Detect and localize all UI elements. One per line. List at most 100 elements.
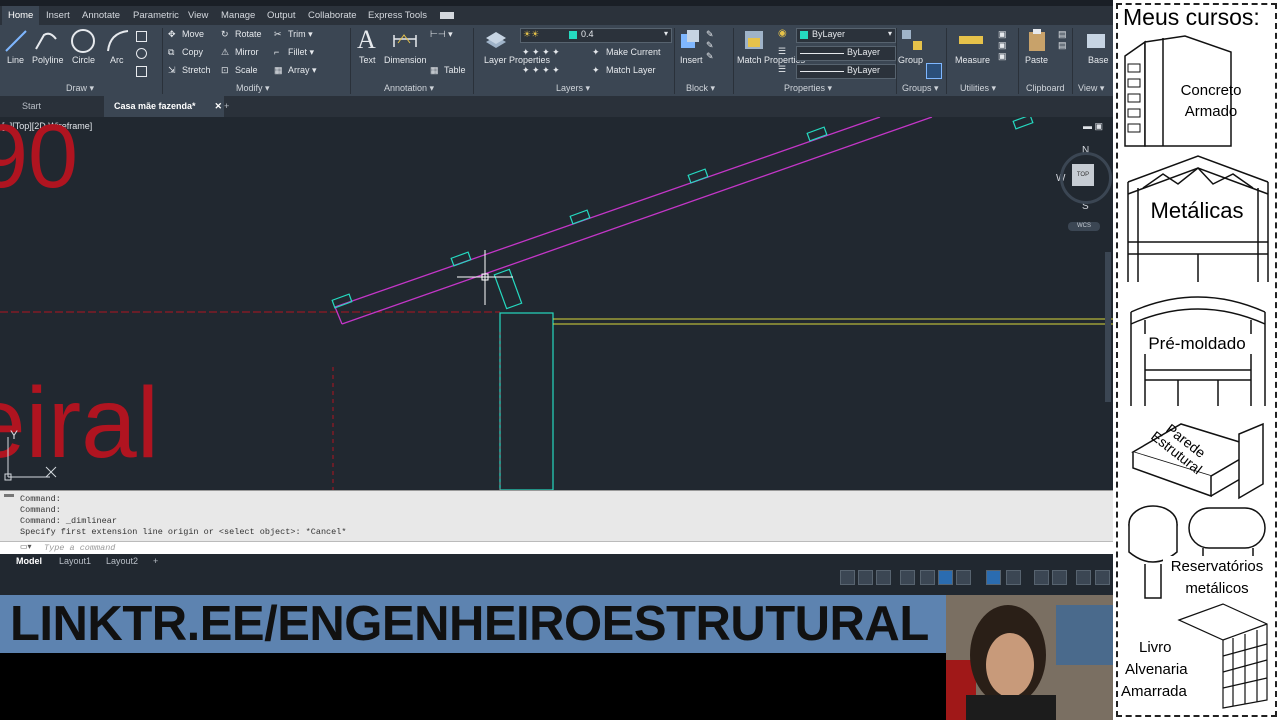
tab-layout2[interactable]: Layout2 xyxy=(98,554,146,568)
group-button[interactable]: Group xyxy=(898,55,923,65)
color-dropdown[interactable]: ByLayer ▾ xyxy=(796,28,896,43)
tab-view[interactable]: View xyxy=(182,6,214,25)
layer-tools-row-2[interactable]: ✦ ✦ ✦ ✦ xyxy=(522,65,560,76)
nav-bar[interactable] xyxy=(1105,252,1111,402)
match-properties-button[interactable]: Match Properties xyxy=(737,55,805,66)
drawing-viewport[interactable]: [−][Top][2D Wireframe] ▬ ▣ 90 eiral xyxy=(0,117,1113,490)
trim-button[interactable]: ✂ Trim ▾ xyxy=(274,29,313,40)
ribbon-toggle-icon[interactable] xyxy=(440,12,454,19)
block-tools[interactable]: ✎ ✎ ✎ xyxy=(706,29,714,62)
hatch-icon[interactable] xyxy=(136,48,147,59)
clipboard-panel-title[interactable]: Clipboard xyxy=(1026,83,1065,93)
block-panel-title[interactable]: Block ▾ xyxy=(686,83,715,94)
layers-panel-title[interactable]: Layers ▾ xyxy=(556,83,590,94)
wcs-menu[interactable]: WCS xyxy=(1068,222,1100,231)
copy-button[interactable]: ⧉ Copy xyxy=(168,47,203,58)
insert-button[interactable]: Insert xyxy=(680,55,703,65)
rotate-button[interactable]: ↻ Rotate xyxy=(221,29,262,40)
tab-annotate[interactable]: Annotate xyxy=(76,6,126,25)
selection-cycling-icon[interactable] xyxy=(956,570,971,585)
tab-model[interactable]: Model xyxy=(8,554,50,568)
customization-icon[interactable] xyxy=(1076,570,1091,585)
viewcube-top-face[interactable]: TOP xyxy=(1072,164,1094,186)
modify-panel-title[interactable]: Modify ▾ xyxy=(236,83,270,94)
groups-panel-title[interactable]: Groups ▾ xyxy=(902,83,939,94)
table-button[interactable]: ▦ Table xyxy=(430,65,466,76)
paste-button[interactable]: Paste xyxy=(1025,55,1048,65)
rectangle-icon[interactable] xyxy=(136,31,147,42)
utilities-tools[interactable]: ▣ ▣ ▣ xyxy=(998,29,1007,62)
new-tab-button[interactable]: + xyxy=(214,96,239,117)
course-metalicas[interactable]: Metálicas xyxy=(1137,198,1257,224)
plus-icon[interactable] xyxy=(1034,570,1049,585)
stretch-button[interactable]: ⇲ Stretch xyxy=(168,65,211,76)
command-input[interactable]: ▭▾ Type a command xyxy=(0,541,1113,555)
command-line-3: Command: _dimlinear xyxy=(20,516,117,526)
measure-button[interactable]: Measure xyxy=(955,55,990,65)
circle-button[interactable]: Circle xyxy=(72,55,95,65)
dimension-button[interactable]: Dimension xyxy=(384,55,427,65)
mirror-button[interactable]: ⚠ Mirror xyxy=(221,47,259,58)
fillet-button[interactable]: ⌐ Fillet ▾ xyxy=(274,47,314,58)
clipboard-tools[interactable]: ▤ ▤ xyxy=(1058,29,1067,51)
scale-button[interactable]: ⊡ Scale xyxy=(221,65,258,76)
annotation-scale-icon[interactable] xyxy=(986,570,1001,585)
osnap-icon[interactable] xyxy=(938,570,953,585)
snap-icon[interactable] xyxy=(858,570,873,585)
fullscreen-icon[interactable] xyxy=(1095,570,1110,585)
trim-icon: ✂ xyxy=(274,29,282,40)
utilities-panel-title[interactable]: Utilities ▾ xyxy=(960,83,996,94)
course-livro-alvenaria[interactable]: Livro Alvenaria Amarrada xyxy=(1121,637,1203,703)
properties-panel-title[interactable]: Properties ▾ xyxy=(784,83,832,94)
gear-icon[interactable] xyxy=(1006,570,1021,585)
polyline-button[interactable]: Polyline xyxy=(32,55,64,65)
layer-dropdown[interactable]: ☀☀ 0.4 ▾ xyxy=(520,28,672,43)
tab-layout1[interactable]: Layout1 xyxy=(51,554,99,568)
make-current-button[interactable]: ✦ Make Current xyxy=(592,47,661,58)
course-concreto-armado[interactable]: Concreto Armado xyxy=(1175,80,1247,122)
tab-home[interactable]: Home xyxy=(2,6,40,25)
tab-current-label: Casa mãe fazenda* xyxy=(114,101,196,111)
boundary-icon[interactable] xyxy=(136,66,147,77)
roof-line-upper xyxy=(334,117,881,308)
linetype-dropdown[interactable]: ByLayer xyxy=(796,64,896,79)
command-prompt-icon[interactable]: ▭▾ xyxy=(20,542,32,551)
match-layer-button[interactable]: ✦ Match Layer xyxy=(592,65,656,76)
group-select-icon[interactable] xyxy=(926,63,942,79)
polar-icon[interactable] xyxy=(900,570,915,585)
course-pre-moldado[interactable]: Pré-moldado xyxy=(1141,334,1253,354)
base-button[interactable]: Base xyxy=(1088,55,1109,65)
isodraft-icon[interactable] xyxy=(920,570,935,585)
layer-color-swatch xyxy=(569,31,577,39)
command-window-grip[interactable] xyxy=(4,494,14,497)
tab-express-tools[interactable]: Express Tools xyxy=(362,6,433,25)
tab-current-drawing[interactable]: Casa mãe fazenda* ✕ xyxy=(104,96,224,117)
arc-button[interactable]: Arc xyxy=(110,55,124,65)
arc-icon xyxy=(107,30,129,52)
lineweight-dropdown[interactable]: ByLayer xyxy=(796,46,896,61)
annotation-panel-title[interactable]: Annotation ▾ xyxy=(384,83,434,94)
grid-icon[interactable] xyxy=(840,570,855,585)
layer-tools-row[interactable]: ✦ ✦ ✦ ✦ xyxy=(522,47,560,58)
tab-parametric[interactable]: Parametric xyxy=(127,6,185,25)
webcam-feed xyxy=(946,595,1113,720)
viewcube[interactable]: N W S TOP WCS xyxy=(1050,145,1113,240)
ortho-icon[interactable] xyxy=(876,570,891,585)
workspace-icon[interactable] xyxy=(1052,570,1067,585)
linear-dim-icon[interactable]: ⊢⊣ ▾ xyxy=(430,29,453,40)
tab-output[interactable]: Output xyxy=(261,6,302,25)
array-button[interactable]: ▦ Array ▾ xyxy=(274,65,317,76)
tab-manage[interactable]: Manage xyxy=(215,6,261,25)
tab-start[interactable]: Start xyxy=(12,96,51,117)
add-layout-button[interactable]: + xyxy=(145,554,166,568)
line-button[interactable]: Line xyxy=(7,55,24,65)
array-icon: ▦ xyxy=(274,65,283,76)
course-reservatorios-metalicos[interactable]: Reservatórios metálicos xyxy=(1163,556,1271,600)
tab-insert[interactable]: Insert xyxy=(40,6,76,25)
move-button[interactable]: ✥ Move xyxy=(168,29,204,40)
layer-name: 0.4 xyxy=(581,29,594,39)
tab-collaborate[interactable]: Collaborate xyxy=(302,6,363,25)
draw-panel-title[interactable]: Draw ▾ xyxy=(66,83,94,94)
view-panel-title[interactable]: View ▾ xyxy=(1078,83,1104,94)
text-button[interactable]: Text xyxy=(359,55,376,65)
